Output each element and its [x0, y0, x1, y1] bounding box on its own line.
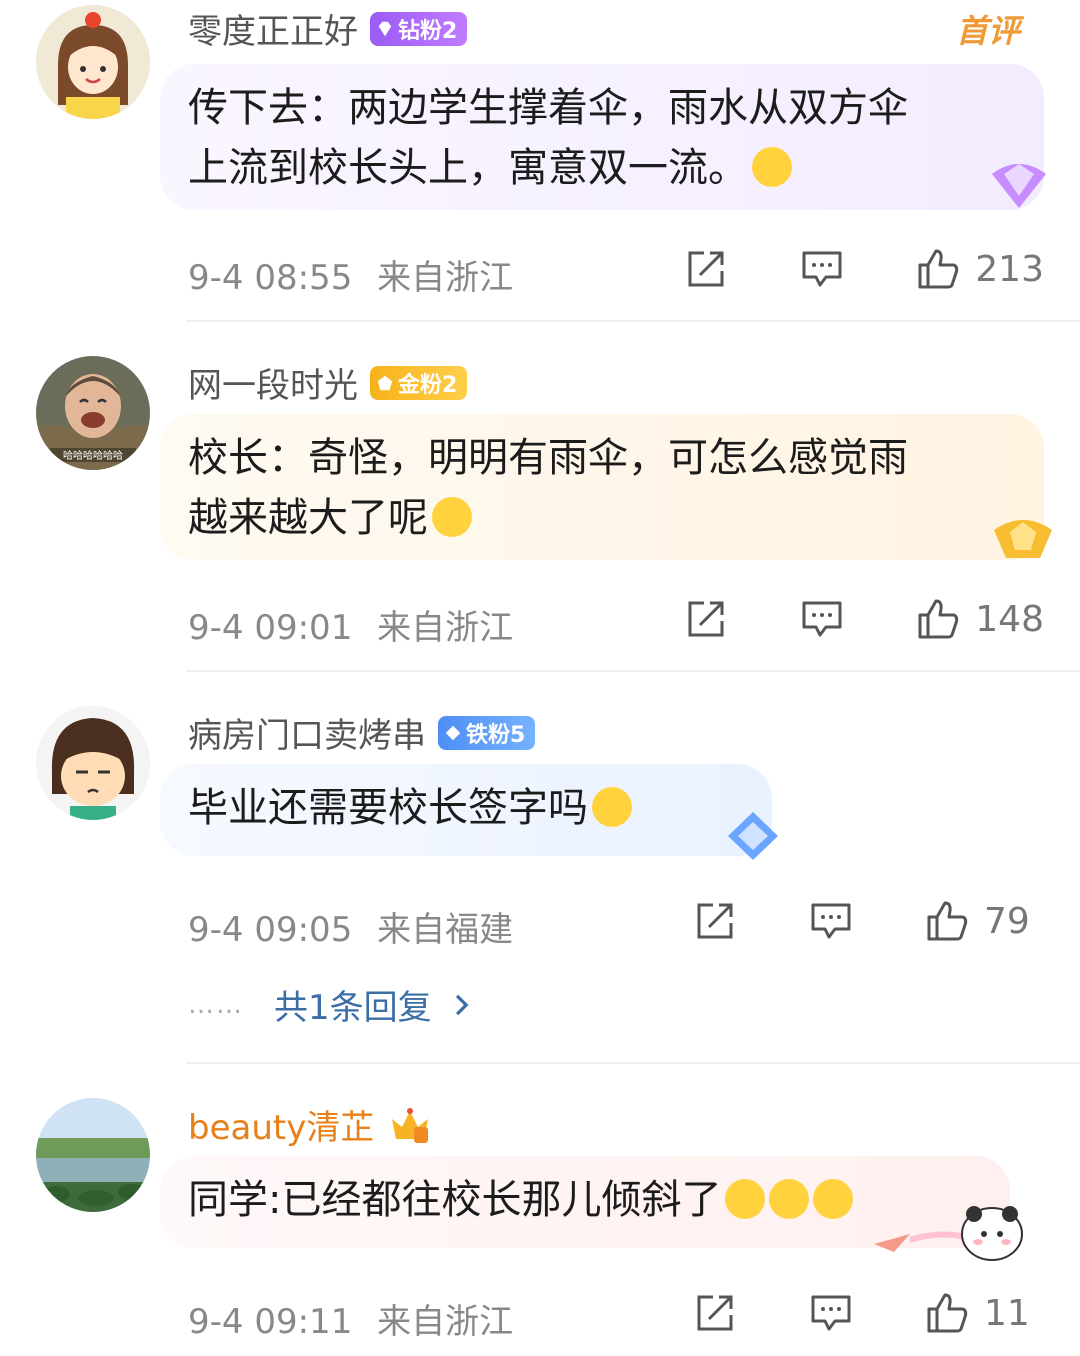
fan-badge-label: 钻粉2	[398, 18, 458, 44]
grin-emoji-icon	[813, 1179, 854, 1219]
pleading-emoji-icon	[592, 787, 632, 827]
like-count: 148	[975, 598, 1044, 640]
comment-text-line: 越来越大了呢	[188, 495, 428, 541]
comment-text-line: 校长：奇怪，明明有雨伞，可怎么感觉雨	[188, 435, 908, 481]
fan-badge[interactable]: 铁粉5	[438, 715, 536, 750]
comment-location: 来自福建	[377, 910, 514, 950]
username[interactable]: 病房门口卖烤串 铁粉5	[188, 708, 536, 757]
comment-bubble[interactable]: 传下去：两边学生撑着伞，雨水从双方伞 上流到校长头上，寓意双一流。	[160, 64, 1044, 210]
comment-icon[interactable]	[808, 898, 854, 944]
diamond-icon	[378, 21, 392, 36]
comment-meta: 9-4 09:05 来自福建	[188, 902, 513, 951]
grin-emoji-icon	[769, 1179, 810, 1219]
view-replies-link[interactable]: …… 共1条回复	[188, 980, 474, 1029]
username-text: beauty清芷	[188, 1108, 375, 1148]
reply-count-label: 共1条回复	[274, 988, 432, 1028]
share-icon[interactable]	[683, 246, 729, 292]
comment-bubble[interactable]: 毕业还需要校长签字吗	[160, 764, 772, 856]
share-icon[interactable]	[692, 898, 738, 944]
username[interactable]: beauty清芷	[188, 1100, 432, 1149]
username-text: 病房门口卖烤串	[188, 716, 426, 756]
gold-fan-decoration-icon	[994, 520, 1052, 558]
like-icon[interactable]	[924, 1290, 970, 1336]
comment-time: 9-4 09:01	[188, 608, 353, 648]
fan-badge-label: 铁粉5	[466, 722, 526, 748]
comment-location: 来自浙江	[377, 608, 514, 648]
comment-icon[interactable]	[808, 1290, 854, 1336]
first-comment-tag: 首评	[955, 12, 1020, 50]
avatar[interactable]	[36, 706, 150, 820]
fan-badge-label: 金粉2	[398, 372, 458, 398]
share-icon[interactable]	[683, 596, 729, 642]
username[interactable]: 零度正正好 钻粉2	[188, 4, 468, 53]
comment-icon[interactable]	[799, 596, 845, 642]
username[interactable]: 网一段时光 金粉2	[188, 358, 468, 407]
avatar-caption: 哈哈哈哈哈哈	[63, 449, 123, 462]
comment-meta: 9-4 09:11 来自浙江	[188, 1294, 513, 1343]
fan-badge[interactable]: 钻粉2	[370, 11, 468, 46]
raising-hand-emoji-icon	[752, 147, 792, 187]
like-icon[interactable]	[915, 596, 961, 642]
avatar[interactable]	[36, 1098, 150, 1212]
comment-icon[interactable]	[799, 246, 845, 292]
divider	[186, 1062, 1080, 1064]
like-icon[interactable]	[924, 898, 970, 944]
gold-gem-icon	[377, 375, 393, 390]
avatar[interactable]: 哈哈哈哈哈哈	[36, 356, 150, 470]
comment-location: 来自浙江	[377, 258, 514, 298]
divider	[186, 320, 1080, 322]
username-text: 零度正正好	[188, 12, 358, 52]
panda-sticker-decoration-icon	[874, 1206, 1023, 1261]
like-count: 79	[984, 900, 1030, 942]
chevron-right-icon	[455, 994, 469, 1015]
vip-crown-icon	[392, 1107, 429, 1143]
fan-badge[interactable]: 金粉2	[370, 365, 468, 400]
comment-location: 来自浙江	[377, 1302, 514, 1342]
like-icon[interactable]	[915, 246, 961, 292]
comment-text-line: 传下去：两边学生撑着伞，雨水从双方伞	[188, 85, 908, 131]
like-count: 213	[975, 248, 1044, 290]
comment-time: 9-4 09:11	[188, 1302, 353, 1342]
avatar[interactable]	[36, 5, 150, 119]
comment-text-line: 上流到校长头上，寓意双一流。	[188, 145, 748, 191]
comment-actions: 148	[613, 596, 1044, 642]
iron-fan-decoration-icon	[728, 812, 778, 860]
comment-bubble[interactable]: 校长：奇怪，明明有雨伞，可怎么感觉雨 越来越大了呢	[160, 414, 1044, 560]
divider	[186, 670, 1080, 672]
comment-actions: 11	[622, 1290, 1044, 1336]
comment-text-line: 同学:已经都往校长那儿倾斜了	[188, 1177, 722, 1223]
comment-text-line: 毕业还需要校长签字吗	[188, 785, 588, 831]
username-text: 网一段时光	[188, 366, 358, 406]
grin-emoji-icon	[725, 1179, 766, 1219]
comment-time: 9-4 08:55	[188, 258, 353, 298]
comment-actions: 213	[613, 246, 1044, 292]
shrug-emoji-icon	[432, 497, 472, 537]
iron-gem-icon	[445, 725, 461, 740]
reply-dots: ……	[188, 989, 244, 1020]
diamond-fan-decoration-icon	[992, 164, 1046, 208]
share-icon[interactable]	[692, 1290, 738, 1336]
comment-actions: 79	[622, 898, 1044, 944]
comment-time: 9-4 09:05	[188, 910, 353, 950]
comment-meta: 9-4 08:55 来自浙江	[188, 250, 513, 299]
comment-meta: 9-4 09:01 来自浙江	[188, 600, 513, 649]
like-count: 11	[984, 1292, 1030, 1334]
